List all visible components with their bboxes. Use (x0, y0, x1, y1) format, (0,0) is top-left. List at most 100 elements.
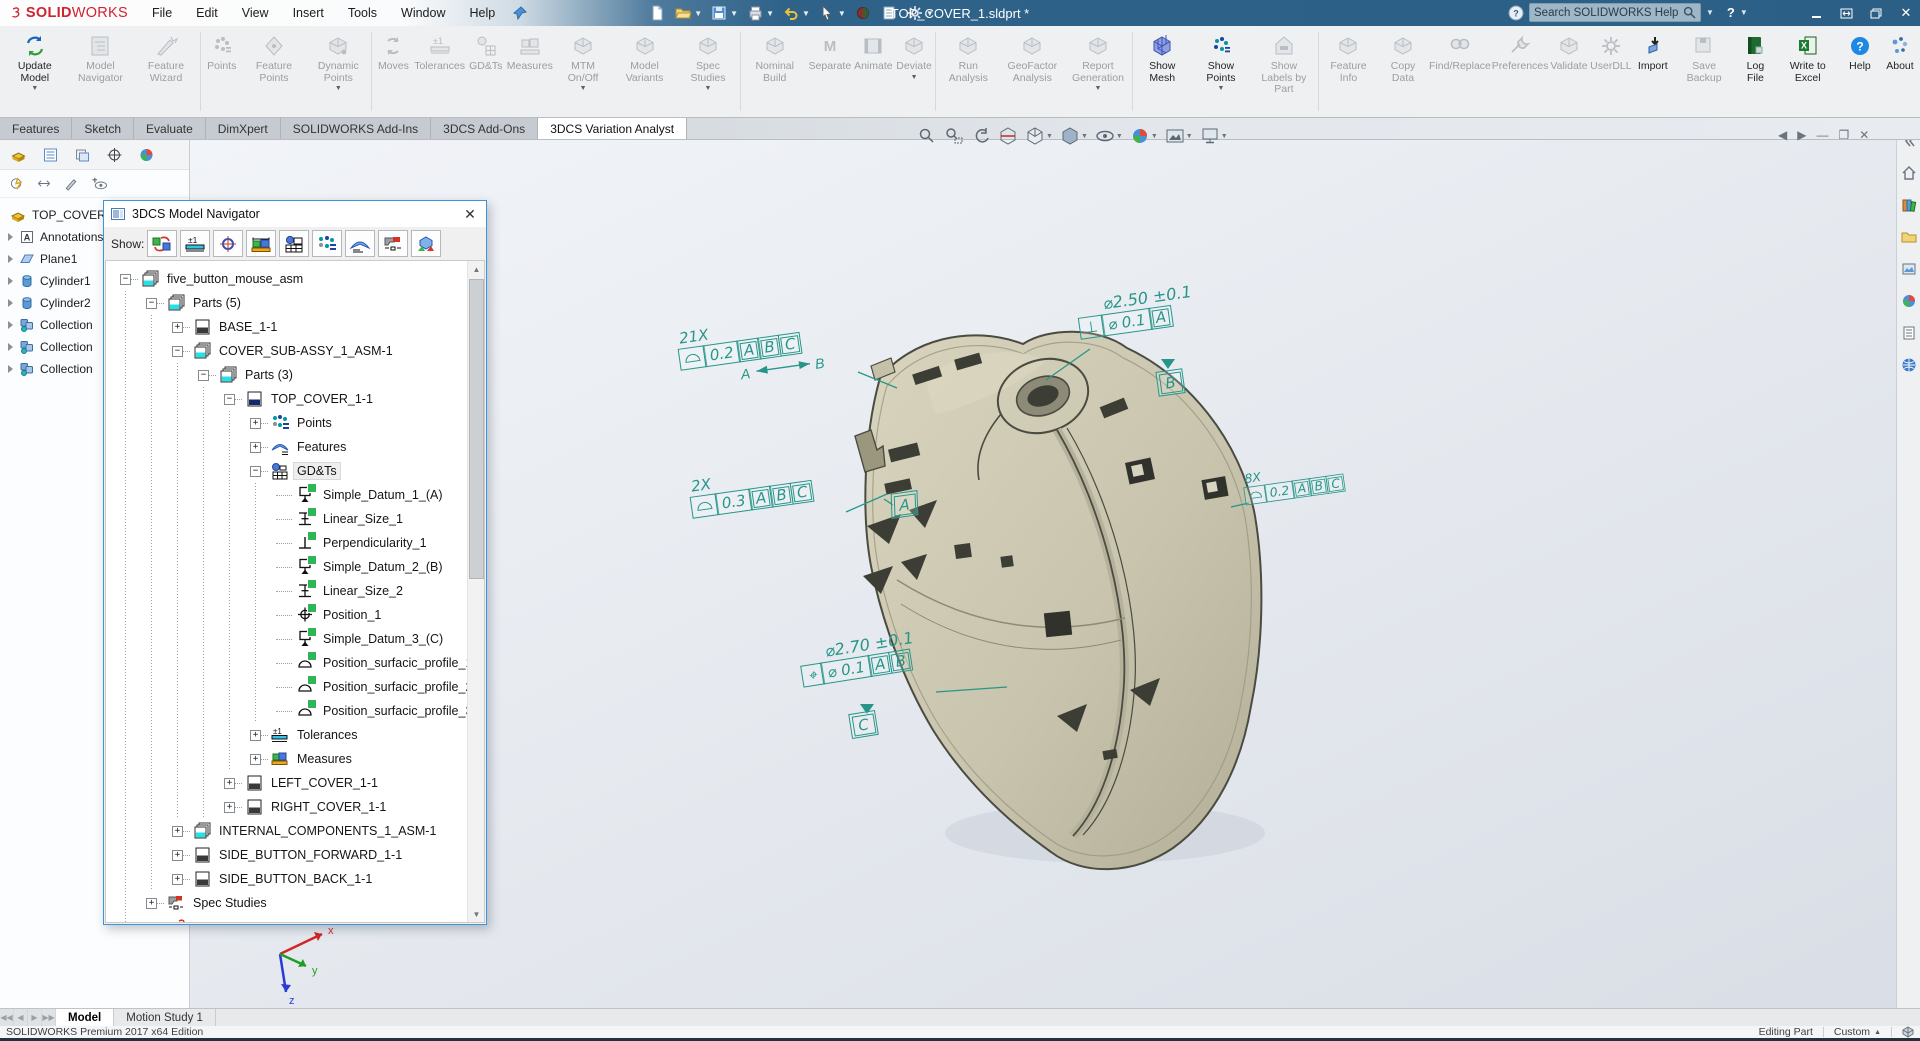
status-tag-icon[interactable] (1902, 1026, 1914, 1038)
search-input[interactable]: Search SOLIDWORKS Help (1529, 3, 1701, 22)
show-mesh-button[interactable]: Show Mesh (1134, 26, 1191, 117)
view-settings-icon[interactable]: ▼ (1198, 125, 1230, 147)
expand-arrow-icon[interactable] (8, 277, 13, 285)
expand-box-icon[interactable]: + (172, 850, 183, 861)
edit-appearance-icon[interactable]: ▼ (1128, 125, 1160, 147)
search-dropdown-icon[interactable]: ▼ (1706, 8, 1714, 17)
nav-tree-item-side-button-forward-1-1[interactable]: + SIDE_BUTTON_FORWARD_1-1 (106, 843, 484, 867)
nav-tree-item-linear-size-1[interactable]: Linear_Size_1 (106, 507, 484, 531)
feature-wizard-button[interactable]: Feature Wizard (133, 26, 199, 117)
collapse-box-icon[interactable]: − (172, 346, 183, 357)
spec-studies-caret-icon[interactable]: ▼ (705, 85, 712, 92)
show-points-caret-icon[interactable]: ▼ (1217, 85, 1224, 92)
hide-show-items-icon[interactable]: ▼ (1093, 125, 1125, 147)
tab-3dcs-add-ons[interactable]: 3DCS Add-Ons (431, 118, 538, 139)
filter-flyout-icon[interactable] (9, 176, 25, 191)
tab-scroll-first-icon[interactable]: ◀◀ (0, 1009, 14, 1026)
custom-properties-icon[interactable] (1901, 325, 1917, 344)
expand-arrow-icon[interactable] (8, 321, 13, 329)
nav-tree-item-perpendicularity-1[interactable]: Perpendicularity_1 (106, 531, 484, 555)
collapse-box-icon[interactable]: − (120, 274, 131, 285)
menu-view[interactable]: View (232, 4, 279, 22)
display-manager-tab-icon[interactable] (138, 147, 155, 163)
scroll-up-icon[interactable]: ▲ (468, 261, 485, 277)
zoom-fit-icon[interactable] (915, 125, 939, 147)
userdll-button[interactable]: UserDLL (1589, 26, 1633, 117)
show-mtm-icon[interactable] (378, 230, 408, 257)
nav-tree-item-side-button-back-1-1[interactable]: + SIDE_BUTTON_BACK_1-1 (106, 867, 484, 891)
mtm-on-off-caret-icon[interactable]: ▼ (580, 85, 587, 92)
nav-tree-item-five-button-mouse-asm[interactable]: − five_button_mouse_asm (106, 267, 484, 291)
report-generation-button[interactable]: Report Generation ▼ (1065, 26, 1131, 117)
mouse-3d-model[interactable] (805, 318, 1325, 878)
menu-file[interactable]: File (142, 4, 182, 22)
collapse-box-icon[interactable]: − (146, 298, 157, 309)
expand-box-icon[interactable]: + (146, 898, 157, 909)
status-config[interactable]: Custom (1834, 1026, 1870, 1038)
doc-minimize-icon[interactable]: — (1816, 128, 1828, 142)
view-orientation-icon[interactable]: ▼ (1023, 125, 1055, 147)
nav-tree-item-top-cover-1-1[interactable]: − TOP_COVER_1-1 (106, 387, 484, 411)
dimxpert-manager-tab-icon[interactable] (106, 147, 123, 163)
nav-tree-item-position-surfacic-profile-2[interactable]: Position_surfacic_profile_2 (106, 675, 484, 699)
3dcs-model-navigator-window[interactable]: 3DCS Model Navigator ✕ Show: ±1 ▲ ▼ − fi… (103, 200, 487, 925)
doc-collapse-left-icon[interactable]: ◀ (1778, 128, 1787, 142)
navigator-title-bar[interactable]: 3DCS Model Navigator ✕ (104, 201, 486, 227)
help-dropdown-icon[interactable]: ▼ (1740, 8, 1748, 17)
feature-manager-tab-icon[interactable] (10, 147, 27, 163)
mtm-on-off-button[interactable]: MTM On/Off ▼ (554, 26, 613, 117)
import-button[interactable]: Import (1633, 26, 1673, 117)
expand-box-icon[interactable]: + (250, 442, 261, 453)
expand-box-icon[interactable]: + (250, 418, 261, 429)
navigator-close-icon[interactable]: ✕ (461, 206, 479, 223)
show-frames-icon[interactable] (279, 230, 309, 257)
dynamic-points-caret-icon[interactable]: ▼ (335, 85, 342, 92)
apply-scene-icon[interactable]: ▼ (1163, 125, 1195, 147)
close-icon[interactable]: ✕ (1898, 5, 1914, 21)
nav-tree-item-simple-datum-2-b[interactable]: Simple_Datum_2_(B) (106, 555, 484, 579)
validate-button[interactable]: Validate (1549, 26, 1589, 117)
pin-icon[interactable] (513, 6, 527, 20)
about-button[interactable]: About (1880, 26, 1920, 117)
select-icon[interactable]: ▼ (815, 1, 849, 25)
help-menu-icon[interactable]: ? (1727, 5, 1735, 20)
tab-solidworks-add-ins[interactable]: SOLIDWORKS Add-Ins (281, 118, 431, 139)
expand-box-icon[interactable]: + (224, 802, 235, 813)
nav-tree-item-position-1[interactable]: Position_1 (106, 603, 484, 627)
expand-box-icon[interactable]: + (172, 322, 183, 333)
help-button[interactable]: ? Help (1840, 26, 1880, 117)
show-features-icon[interactable] (345, 230, 375, 257)
expand-arrow-icon[interactable] (8, 255, 13, 263)
collapse-box-icon[interactable]: − (250, 466, 261, 477)
nav-tree-item-tolerances[interactable]: + ±1 Tolerances (106, 723, 484, 747)
nav-tree-item-position-surfacic-profile-1[interactable]: Position_surfacic_profile_1 (106, 651, 484, 675)
nav-tree-item-points[interactable]: + Points (106, 411, 484, 435)
measures-button[interactable]: Measures (506, 26, 554, 117)
show-points-button[interactable]: Show Points ▼ (1191, 26, 1251, 117)
expand-arrow-icon[interactable] (8, 365, 13, 373)
appearances-icon[interactable] (1901, 293, 1917, 312)
rebuild-icon[interactable] (851, 1, 875, 25)
scroll-down-icon[interactable]: ▼ (468, 906, 485, 922)
expand-box-icon[interactable]: + (250, 730, 261, 741)
search-icon[interactable] (1683, 6, 1696, 19)
open-icon[interactable]: ▼ (671, 1, 705, 25)
minimize-icon[interactable] (1808, 5, 1824, 21)
menu-window[interactable]: Window (391, 4, 455, 22)
tab-scroll-next-icon[interactable]: ▶ (28, 1009, 42, 1026)
nav-tree-item-position-surfacic-profile-3[interactable]: Position_surfacic_profile_3 (106, 699, 484, 723)
expand-arrow-icon[interactable] (8, 233, 13, 241)
deviate-button[interactable]: Deviate ▼ (894, 26, 934, 117)
configuration-manager-tab-icon[interactable] (74, 147, 91, 163)
forum-icon[interactable] (1901, 357, 1917, 376)
tolerances-button[interactable]: ±1 Tolerances (413, 26, 465, 117)
nav-tree-item-internal-components-1-asm-1[interactable]: + INTERNAL_COMPONENTS_1_ASM-1 (106, 819, 484, 843)
nav-tree-item-right-cover-1-1[interactable]: + RIGHT_COVER_1-1 (106, 795, 484, 819)
doc-tab-model[interactable]: Model (56, 1009, 114, 1026)
menu-edit[interactable]: Edit (186, 4, 228, 22)
collapse-box-icon[interactable]: − (198, 370, 209, 381)
spec-studies-button[interactable]: Spec Studies ▼ (677, 26, 739, 117)
previous-view-icon[interactable] (969, 125, 993, 147)
show-hide-tree-icon[interactable] (90, 176, 108, 191)
undo-icon[interactable]: ▼ (779, 1, 813, 25)
